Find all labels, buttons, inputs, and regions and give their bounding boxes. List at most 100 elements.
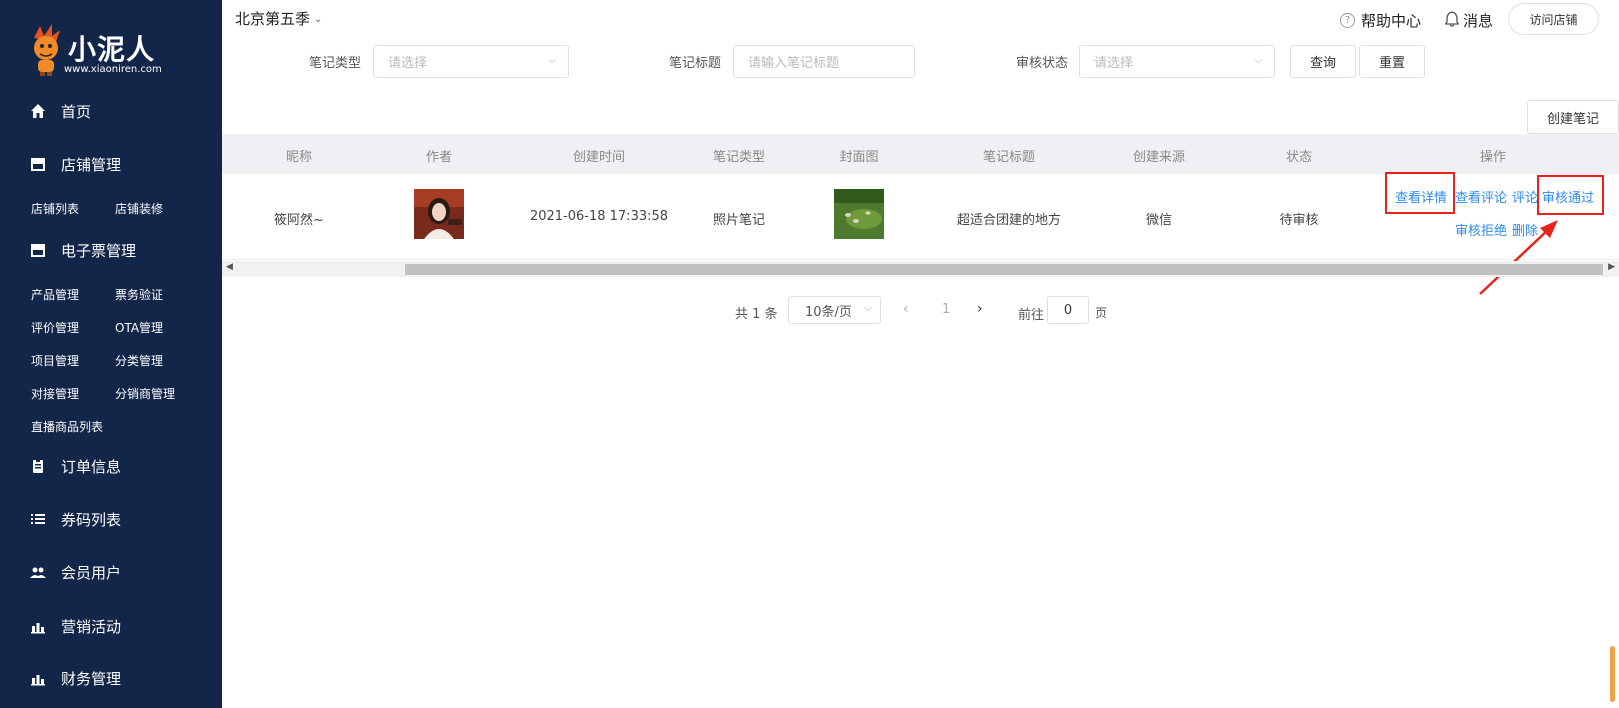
prev-page-icon[interactable]: ‹ (903, 301, 909, 317)
menu-home[interactable]: 首页 (0, 93, 222, 129)
question-icon: ? (1340, 13, 1355, 28)
column-header-cover: 封面图 (839, 150, 879, 165)
sidebar-item-store-list[interactable]: 店铺列表 (31, 200, 79, 217)
chart-icon (29, 617, 47, 635)
logo-url: www.xiaoniren.com (64, 64, 162, 75)
author-avatar (414, 189, 464, 239)
column-header-author: 作者 (425, 150, 453, 165)
store-icon (29, 241, 47, 259)
column-header-nickname: 昵称 (285, 150, 313, 165)
highlight-box-approve (1537, 175, 1604, 215)
messages-link[interactable]: 消息 (1444, 10, 1494, 31)
sidebar-item-distributor-management[interactable]: 分销商管理 (115, 385, 175, 402)
logo-title: 小泥人 (68, 33, 156, 66)
scroll-left-icon[interactable]: ◀ (226, 262, 233, 272)
sidebar-item-product-management[interactable]: 产品管理 (31, 286, 79, 303)
menu-eticket-management-label: 电子票管理 (61, 241, 137, 260)
review-status-placeholder: 请选择 (1094, 56, 1134, 71)
note-type-label: 笔记类型 (309, 56, 362, 71)
home-icon (29, 102, 47, 120)
view-comments-link[interactable]: 查看评论 (1455, 187, 1507, 206)
menu-members-label: 会员用户 (61, 563, 122, 582)
menu-eticket-management[interactable]: 电子票管理 (0, 232, 222, 268)
sidebar-item-ticket-verification[interactable]: 票务验证 (115, 286, 163, 303)
sidebar-item-review-management[interactable]: 评价管理 (31, 319, 79, 336)
menu-home-label: 首页 (61, 102, 92, 121)
annotation-arrow-icon (1479, 220, 1558, 295)
reset-button[interactable]: 重置 (1359, 45, 1425, 78)
logo: 小泥人 www.xiaoniren.com (26, 20, 206, 80)
table-row: 筱阿然~ 2021-06-18 17:33:58 照片笔记 超适合团建的地方 微… (222, 172, 1619, 260)
cell-created-at: 2021-06-18 17:33:58 (529, 209, 669, 224)
cell-source: 微信 (1145, 213, 1173, 228)
column-header-status: 状态 (1285, 150, 1313, 165)
column-header-actions: 操作 (1479, 150, 1507, 165)
messages-label: 消息 (1463, 12, 1494, 30)
store-selector[interactable]: 北京第五季 ⌄ (235, 8, 322, 29)
visit-store-button[interactable]: 访问店铺 (1508, 3, 1599, 35)
menu-coupon-list[interactable]: 券码列表 (0, 501, 222, 537)
cover-image (834, 189, 884, 239)
column-header-created-at: 创建时间 (572, 150, 626, 165)
sidebar-item-category-management[interactable]: 分类管理 (115, 352, 163, 369)
chevron-down-icon: ⌵ (1254, 55, 1262, 66)
sidebar: 小泥人 www.xiaoniren.com 首页 店铺管理 店铺列表 店铺装修 … (0, 0, 222, 708)
scroll-right-icon[interactable]: ▶ (1608, 262, 1615, 272)
goto-page-input[interactable] (1047, 296, 1089, 324)
menu-finance-label: 财务管理 (61, 669, 122, 688)
menu-marketing-label: 营销活动 (61, 617, 122, 636)
review-status-label: 审核状态 (1016, 56, 1069, 71)
cell-note-type: 照片笔记 (712, 213, 766, 228)
vertical-scrollbar-thumb[interactable] (1610, 646, 1615, 702)
goto-label: 前往 (1018, 308, 1045, 323)
comment-link[interactable]: 评论 (1512, 187, 1538, 206)
menu-order-info[interactable]: 订单信息 (0, 448, 222, 484)
note-title-placeholder: 请输入笔记标题 (748, 56, 840, 71)
note-type-select[interactable]: 请选择 ⌵ (373, 45, 569, 78)
scrollbar-thumb[interactable] (405, 264, 1603, 275)
note-type-placeholder: 请选择 (388, 56, 428, 71)
column-header-note-type: 笔记类型 (712, 150, 766, 165)
note-title-label: 笔记标题 (669, 56, 722, 71)
page-number[interactable]: 1 (942, 302, 950, 317)
query-button[interactable]: 查询 (1290, 45, 1356, 78)
menu-order-info-label: 订单信息 (61, 457, 122, 476)
mascot-logo-icon (34, 24, 60, 76)
menu-members[interactable]: 会员用户 (0, 554, 222, 590)
review-status-select[interactable]: 请选择 ⌵ (1079, 45, 1275, 78)
menu-marketing[interactable]: 营销活动 (0, 608, 222, 644)
column-header-note-title: 笔记标题 (982, 150, 1036, 165)
bell-icon (1444, 10, 1460, 31)
page-unit-label: 页 (1095, 306, 1108, 320)
page-size-select[interactable]: 10条/页 ⌵ (788, 296, 881, 324)
horizontal-scrollbar[interactable]: ◀ ▶ (222, 261, 1619, 277)
menu-coupon-list-label: 券码列表 (61, 510, 122, 529)
chart-icon (29, 669, 47, 687)
cell-status: 待审核 (1279, 213, 1319, 228)
menu-finance[interactable]: 财务管理 (0, 660, 222, 696)
cell-note-title: 超适合团建的地方 (956, 213, 1062, 228)
sidebar-item-docking-management[interactable]: 对接管理 (31, 385, 79, 402)
list-icon (29, 510, 47, 528)
pagination-total: 共 1 条 (735, 307, 778, 322)
column-header-source: 创建来源 (1132, 150, 1186, 165)
chevron-down-icon: ⌵ (548, 55, 556, 66)
users-icon (29, 563, 47, 581)
clipboard-icon (29, 457, 47, 475)
create-note-button[interactable]: 创建笔记 (1527, 100, 1619, 134)
sidebar-item-ota-management[interactable]: OTA管理 (115, 319, 163, 336)
store-icon (29, 155, 47, 173)
note-title-input[interactable]: 请输入笔记标题 (733, 45, 915, 78)
help-center-label: 帮助中心 (1361, 12, 1422, 30)
next-page-icon[interactable]: › (977, 301, 983, 317)
help-center-link[interactable]: ? 帮助中心 (1340, 10, 1421, 31)
store-name: 北京第五季 (235, 10, 311, 28)
sidebar-item-project-management[interactable]: 项目管理 (31, 352, 79, 369)
page-size-value: 10条/页 (805, 304, 852, 320)
sidebar-item-store-decoration[interactable]: 店铺装修 (115, 200, 163, 217)
menu-store-management[interactable]: 店铺管理 (0, 146, 222, 182)
menu-store-management-label: 店铺管理 (61, 155, 122, 174)
chevron-down-icon: ⌵ (864, 303, 872, 314)
cell-nickname: 筱阿然~ (274, 213, 324, 228)
sidebar-item-live-products[interactable]: 直播商品列表 (31, 418, 103, 435)
